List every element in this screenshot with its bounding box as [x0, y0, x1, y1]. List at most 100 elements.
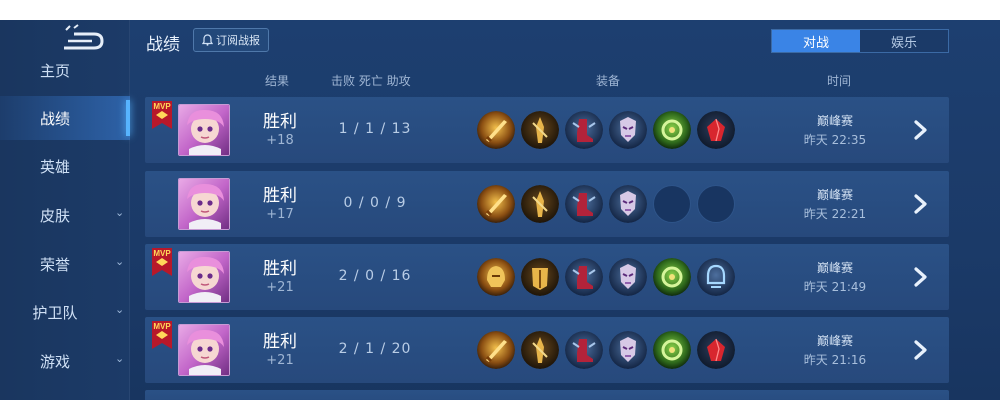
match-kda: 0 / 0 / 9 — [343, 195, 407, 211]
mvp-badge-icon: MVP — [152, 321, 172, 349]
match-kda: 2 / 0 / 16 — [338, 268, 412, 284]
boots-icon — [565, 258, 603, 296]
boots-icon — [565, 111, 603, 149]
column-header-kda: 击败 死亡 助攻 — [331, 74, 411, 88]
armor-icon — [521, 258, 559, 296]
mvp-label: MVP — [153, 102, 171, 111]
sidebar-item-4[interactable]: 荣誉 ⌄ — [0, 242, 130, 286]
spear-icon — [521, 331, 559, 369]
sword-icon — [477, 185, 515, 223]
boots-icon — [565, 185, 603, 223]
match-points: +21 — [266, 280, 294, 295]
empty-item-slot — [697, 185, 735, 223]
match-result: 胜利 — [263, 259, 297, 279]
jade-icon — [653, 258, 691, 296]
tab-entertainment[interactable]: 娱乐 — [860, 30, 948, 52]
mode-tabs: 对战 娱乐 — [771, 29, 949, 53]
match-row[interactable]: 胜利 +17 0 / 0 / 9 巅峰赛昨天 22:21 — [145, 171, 949, 237]
match-mode: 巅峰赛 — [816, 188, 853, 202]
sidebar-item-5[interactable]: 护卫队 ⌄ — [0, 290, 130, 334]
subscribe-report-button[interactable]: 订阅战报 — [193, 28, 269, 52]
empty-item-slot — [653, 185, 691, 223]
page-title: 战绩 — [146, 35, 180, 55]
jade-icon — [653, 331, 691, 369]
chevron-down-icon: ⌄ — [115, 255, 125, 268]
column-header-items: 装备 — [596, 74, 621, 88]
chevron-right-icon[interactable] — [909, 338, 931, 362]
mask-icon — [609, 331, 647, 369]
match-row[interactable]: MVP 胜利 +18 1 / 1 / 13 巅峰赛昨天 22:35 — [145, 97, 949, 163]
sword-icon — [477, 111, 515, 149]
sidebar-item-3[interactable]: 皮肤 ⌄ — [0, 193, 130, 237]
bell-icon — [202, 34, 213, 46]
item-slots — [477, 185, 737, 225]
hero-avatar — [178, 104, 230, 156]
match-time: 昨天 21:49 — [803, 280, 867, 294]
match-row[interactable] — [145, 390, 949, 400]
app-window: 主页战绩英雄皮肤⌄荣誉⌄护卫队⌄游戏⌄ 10s · 战绩 订阅战报 对战 娱乐 … — [0, 20, 1000, 400]
hero-avatar — [178, 251, 230, 303]
sidebar-item-label: 主页 — [39, 61, 70, 80]
sidebar: 主页战绩英雄皮肤 ⌄ 荣誉 ⌄ 护卫队 ⌄ 游戏 ⌄ — [0, 20, 130, 400]
match-kda: 1 / 1 / 13 — [338, 121, 412, 137]
mvp-label: MVP — [153, 249, 171, 258]
sidebar-item-6[interactable]: 游戏 ⌄ — [0, 339, 130, 383]
chevron-right-icon[interactable] — [909, 192, 931, 216]
jade-icon — [653, 111, 691, 149]
match-result: 胜利 — [263, 332, 297, 352]
match-points: +18 — [266, 133, 294, 148]
mvp-badge-icon: MVP — [152, 248, 172, 276]
subscribe-label: 订阅战报 — [216, 34, 260, 47]
item-slots — [477, 111, 737, 151]
sidebar-item-1[interactable]: 战绩 — [0, 96, 130, 140]
sidebar-item-0[interactable]: 主页 — [0, 48, 130, 92]
match-mode: 巅峰赛 — [816, 334, 853, 348]
match-row[interactable]: MVP 胜利 +21 2 / 1 / 20 巅峰赛昨天 21:16 — [145, 317, 949, 383]
tab-battle[interactable]: 对战 — [772, 30, 860, 52]
ruby-icon — [697, 111, 735, 149]
mask-icon — [609, 258, 647, 296]
sidebar-item-label: 荣誉 — [39, 255, 70, 274]
chevron-down-icon: ⌄ — [115, 303, 125, 316]
sidebar-item-2[interactable]: 英雄 — [0, 144, 130, 188]
sword-icon — [477, 331, 515, 369]
mvp-badge-icon: MVP — [152, 101, 172, 129]
item-slots — [477, 331, 737, 371]
bell-icon — [697, 258, 735, 296]
match-mode: 巅峰赛 — [816, 114, 853, 128]
hero-avatar — [178, 324, 230, 376]
match-kda: 2 / 1 / 20 — [338, 341, 412, 357]
match-time: 昨天 22:21 — [803, 207, 867, 221]
status-text: 10s — [158, 20, 174, 23]
helm-icon — [477, 258, 515, 296]
sidebar-item-label: 英雄 — [39, 157, 70, 176]
spear-icon — [521, 111, 559, 149]
match-points: +21 — [266, 353, 294, 368]
item-slots — [477, 258, 737, 298]
chevron-down-icon: ⌄ — [115, 206, 125, 219]
chevron-right-icon[interactable] — [909, 265, 931, 289]
match-result: 胜利 — [263, 186, 297, 206]
sidebar-item-label: 战绩 — [39, 109, 70, 128]
match-time: 昨天 21:16 — [803, 353, 867, 367]
mask-icon — [609, 185, 647, 223]
match-result: 胜利 — [263, 112, 297, 132]
sidebar-item-label: 游戏 — [39, 352, 70, 371]
column-header-time: 时间 — [827, 74, 852, 88]
mvp-label: MVP — [153, 322, 171, 331]
chevron-down-icon: ⌄ — [115, 352, 125, 365]
match-row[interactable]: MVP 胜利 +21 2 / 0 / 16 巅峰赛昨天 21:49 — [145, 244, 949, 310]
mask-icon — [609, 111, 647, 149]
ruby-icon — [697, 331, 735, 369]
chevron-right-icon[interactable] — [909, 118, 931, 142]
column-header-result: 结果 — [265, 74, 290, 88]
status-dot: · — [836, 20, 839, 22]
match-points: +17 — [266, 207, 294, 222]
match-mode: 巅峰赛 — [816, 261, 853, 275]
sidebar-item-label: 皮肤 — [39, 206, 70, 225]
boots-icon — [565, 331, 603, 369]
match-time: 昨天 22:35 — [803, 133, 867, 147]
spear-icon — [521, 185, 559, 223]
hero-avatar — [178, 178, 230, 230]
sidebar-item-label: 护卫队 — [32, 303, 78, 322]
